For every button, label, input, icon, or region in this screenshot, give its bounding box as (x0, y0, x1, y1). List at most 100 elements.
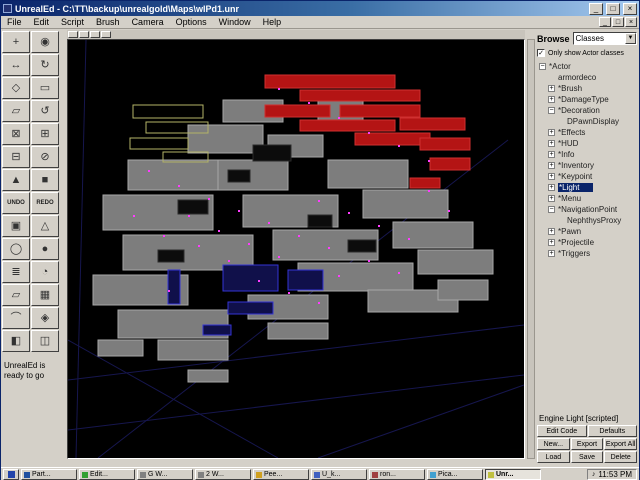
plus-expander-icon[interactable]: + (548, 173, 555, 180)
delete-button[interactable]: Delete (604, 451, 638, 463)
map-red-brush[interactable] (264, 104, 331, 118)
subtract-brush-tool[interactable]: ■ (31, 169, 59, 191)
map-blue-brush[interactable] (202, 324, 232, 336)
light-actor-marker[interactable] (378, 225, 380, 227)
light-actor-marker[interactable] (448, 210, 450, 212)
map-gray-brush[interactable] (392, 221, 474, 249)
light-actor-marker[interactable] (368, 260, 370, 262)
polygon-tool[interactable]: ⊞ (31, 123, 59, 145)
light-actor-marker[interactable] (348, 212, 350, 214)
plus-expander-icon[interactable]: + (548, 195, 555, 202)
menu-brush[interactable]: Brush (90, 17, 126, 27)
taskbar-item[interactable]: U_k... (311, 469, 367, 480)
viewport-scrollbar[interactable] (527, 39, 535, 459)
taskbar-item[interactable]: ron... (369, 469, 425, 480)
zoom-tool[interactable]: ◉ (31, 31, 59, 53)
menu-script[interactable]: Script (55, 17, 90, 27)
tree-item-brush[interactable]: + *Brush (537, 83, 637, 94)
map-viewport[interactable] (67, 39, 525, 459)
move-actor-tool[interactable]: ↔ (2, 54, 30, 76)
load-button[interactable]: Load (537, 451, 570, 463)
taskbar-item[interactable]: Edit... (79, 469, 135, 480)
defaults-button[interactable]: Defaults (587, 425, 637, 437)
plus-expander-icon[interactable]: + (548, 129, 555, 136)
map-blue-brush[interactable] (287, 269, 324, 291)
taskbar-item[interactable]: 2 W... (195, 469, 251, 480)
light-actor-marker[interactable] (278, 88, 280, 90)
viewport-top-button[interactable] (79, 31, 89, 38)
map-gray-brush[interactable] (362, 189, 449, 219)
taskbar-item[interactable]: Unr... (485, 469, 541, 480)
map-dark-brush[interactable] (307, 214, 333, 228)
tree-item-effects[interactable]: + *Effects (537, 127, 637, 138)
plus-expander-icon[interactable]: + (548, 250, 555, 257)
map-red-brush[interactable] (399, 117, 466, 131)
map-red-brush[interactable] (339, 104, 421, 118)
map-gray-brush[interactable] (437, 279, 489, 301)
light-actor-marker[interactable] (248, 243, 250, 245)
scale-tool[interactable]: ◇ (2, 77, 30, 99)
map-red-brush[interactable] (354, 132, 431, 146)
viewport-side-button[interactable] (101, 31, 111, 38)
light-actor-marker[interactable] (328, 247, 330, 249)
light-actor-marker[interactable] (178, 185, 180, 187)
tray-icon[interactable]: ♪ (592, 471, 596, 478)
tree-item-info[interactable]: + *Info (537, 149, 637, 160)
cube-brush-tool[interactable]: ▣ (2, 215, 30, 237)
volumetric-brush-tool[interactable]: ◈ (31, 307, 59, 329)
light-actor-marker[interactable] (308, 102, 310, 104)
freehand-polygon-tool[interactable]: ⊟ (2, 146, 30, 168)
mover-tool[interactable]: ◫ (31, 330, 59, 352)
viewport-front-button[interactable] (90, 31, 100, 38)
browser-type-dropdown[interactable]: Classes ▼ (572, 32, 637, 45)
map-gray-brush[interactable] (127, 159, 219, 191)
texture-rotate-tool[interactable]: ↺ (31, 100, 59, 122)
terrain-brush-tool[interactable]: ▦ (31, 284, 59, 306)
tree-item-light[interactable]: + *Light (537, 182, 637, 193)
tree-item-pawn[interactable]: + *Pawn (537, 226, 637, 237)
plus-expander-icon[interactable]: + (548, 151, 555, 158)
light-actor-marker[interactable] (258, 280, 260, 282)
light-actor-marker[interactable] (188, 215, 190, 217)
viewport-style-button[interactable] (68, 31, 78, 38)
light-actor-marker[interactable] (368, 132, 370, 134)
map-red-brush[interactable] (419, 137, 471, 151)
map-gray-brush[interactable] (417, 249, 494, 275)
plus-expander-icon[interactable]: + (548, 162, 555, 169)
light-actor-marker[interactable] (398, 272, 400, 274)
menu-edit[interactable]: Edit (28, 17, 56, 27)
map-blue-brush[interactable] (167, 269, 181, 305)
menu-options[interactable]: Options (170, 17, 213, 27)
light-actor-marker[interactable] (218, 230, 220, 232)
camera-move-tool[interactable]: + (2, 31, 30, 53)
tree-item-decoration[interactable]: − *Decoration (537, 105, 637, 116)
light-actor-marker[interactable] (268, 222, 270, 224)
light-actor-marker[interactable] (288, 292, 290, 294)
light-actor-marker[interactable] (208, 198, 210, 200)
light-actor-marker[interactable] (148, 170, 150, 172)
map-dark-brush[interactable] (157, 249, 185, 263)
save-button[interactable]: Save (570, 451, 604, 463)
map-svg[interactable] (68, 40, 524, 458)
tree-item-dpawndisplay[interactable]: DPawnDisplay (537, 116, 637, 127)
light-actor-marker[interactable] (198, 245, 200, 247)
map-red-brush[interactable] (299, 119, 396, 132)
light-actor-marker[interactable] (318, 200, 320, 202)
map-red-brush[interactable] (409, 177, 441, 189)
close-button[interactable]: × (623, 2, 637, 15)
menu-file[interactable]: File (1, 17, 28, 27)
plus-expander-icon[interactable]: + (548, 85, 555, 92)
tree-item-navigationpoint[interactable]: − *NavigationPoint (537, 204, 637, 215)
only-actor-classes-checkbox[interactable]: ✓ Only show Actor classes (537, 49, 637, 57)
map-gray-brush[interactable] (327, 159, 409, 189)
map-gray-brush[interactable] (157, 339, 229, 361)
cone-brush-tool[interactable]: △ (31, 215, 59, 237)
map-red-brush[interactable] (264, 74, 396, 89)
sheet-brush-tool[interactable]: ▱ (2, 284, 30, 306)
map-dark-brush[interactable] (347, 239, 377, 253)
minus-expander-icon[interactable]: − (548, 107, 555, 114)
chevron-down-icon[interactable]: ▼ (625, 33, 636, 44)
light-actor-marker[interactable] (428, 190, 430, 192)
maximize-button[interactable]: □ (606, 2, 620, 15)
light-actor-marker[interactable] (398, 145, 400, 147)
